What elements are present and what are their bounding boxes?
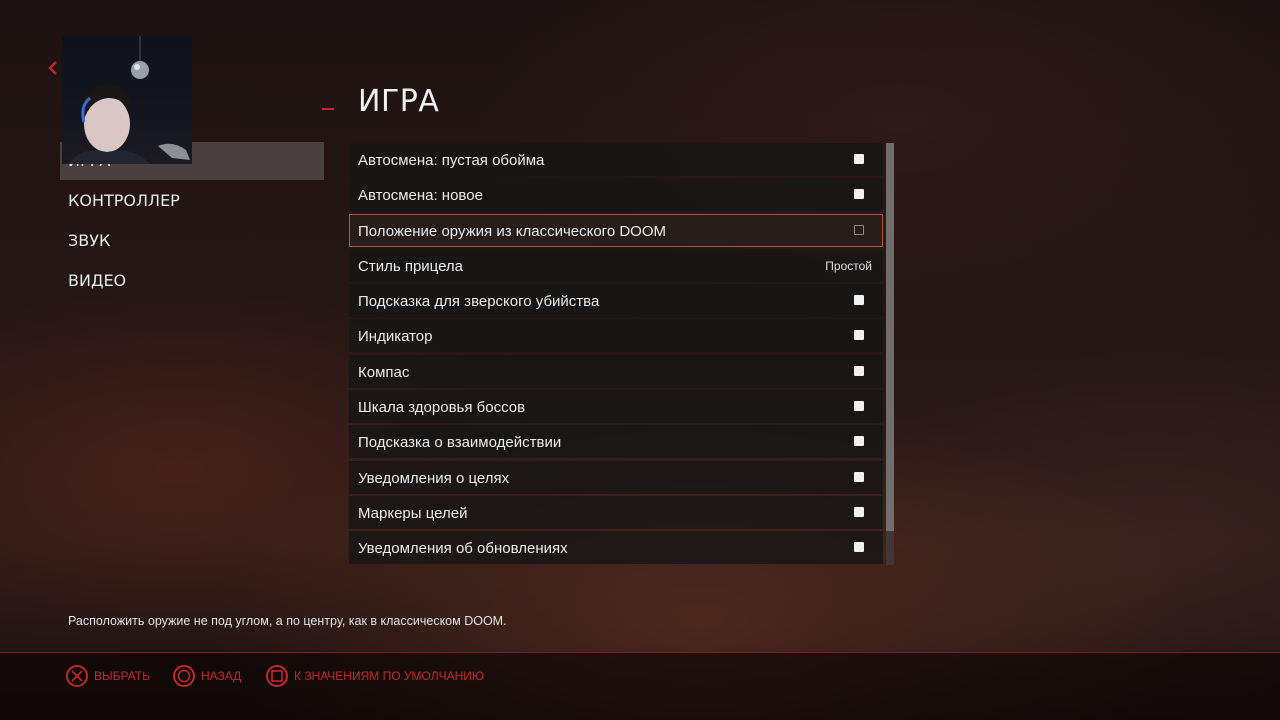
sidebar-item-sound[interactable]: ЗВУК [60, 222, 324, 260]
select-prompt-label: ВЫБРАТЬ [94, 669, 150, 683]
checkbox[interactable] [854, 330, 864, 341]
checkbox[interactable] [854, 436, 864, 447]
setting-label: Автосмена: новое [358, 187, 483, 205]
webcam-overlay [62, 36, 192, 164]
setting-label: Автосмена: пустая обойма [358, 152, 545, 169]
setting-description: Расположить оружие не под углом, а по це… [68, 614, 507, 628]
setting-label: Подсказка о взаимодействии [358, 434, 562, 452]
checkbox[interactable] [854, 365, 864, 376]
setting-value[interactable]: Простой [825, 259, 872, 273]
back-prompt-label: НАЗАД [201, 669, 242, 683]
reset-defaults-prompt[interactable]: К ЗНАЧЕНИЯМ ПО УМОЛЧАНИЮ [266, 663, 484, 689]
setting-row-update-notifications[interactable]: Уведомления об обновлениях [349, 531, 883, 565]
sidebar-item-controller[interactable]: КОНТРОЛЛЕР [60, 182, 324, 220]
setting-label: Стиль прицела [358, 257, 464, 275]
square-button-icon [266, 665, 288, 687]
setting-label: Маркеры целей [358, 504, 468, 522]
scrollbar-thumb[interactable] [886, 143, 894, 531]
select-prompt[interactable]: ВЫБРАТЬ [66, 663, 150, 689]
setting-row-crosshair-style[interactable]: Стиль прицела Простой [349, 248, 883, 282]
checkbox[interactable] [854, 401, 864, 412]
setting-label: Индикатор [358, 328, 433, 346]
checkbox[interactable] [854, 506, 864, 517]
setting-row-indicator[interactable]: Индикатор [349, 319, 883, 353]
title-accent [322, 108, 334, 110]
setting-label: Шкала здоровья боссов [358, 399, 526, 417]
circle-button-icon [173, 665, 195, 687]
page-title: ИГРА [358, 84, 440, 119]
checkbox[interactable] [854, 295, 864, 306]
checkbox[interactable] [854, 224, 864, 235]
footer-divider [0, 652, 1280, 653]
reset-defaults-prompt-label: К ЗНАЧЕНИЯМ ПО УМОЛЧАНИЮ [294, 669, 484, 683]
setting-label: Компас [358, 363, 410, 381]
chevron-left-icon[interactable] [46, 60, 60, 76]
setting-row-auto-switch-empty[interactable]: Автосмена: пустая обойма [349, 143, 883, 176]
cross-button-icon [66, 665, 88, 687]
checkbox[interactable] [854, 154, 864, 164]
setting-label: Положение оружия из классического DOOM [358, 222, 666, 240]
settings-list: Автосмена: пустая обойма Автосмена: ново… [349, 143, 883, 567]
checkbox[interactable] [854, 189, 864, 200]
setting-row-objective-markers[interactable]: Маркеры целей [349, 495, 883, 529]
setting-row-objective-notifications[interactable]: Уведомления о целях [349, 460, 883, 494]
checkbox[interactable] [854, 542, 864, 553]
setting-label: Уведомления об обновлениях [358, 540, 568, 558]
setting-row-glory-kill-hint[interactable]: Подсказка для зверского убийства [349, 284, 883, 318]
setting-row-boss-health-bar[interactable]: Шкала здоровья боссов [349, 390, 883, 424]
setting-row-interaction-hint[interactable]: Подсказка о взаимодействии [349, 425, 883, 459]
setting-label: Уведомления о целях [358, 469, 510, 487]
setting-row-classic-weapon-position[interactable]: Положение оружия из классического DOOM [349, 213, 883, 247]
sidebar: ИГРА КОНТРОЛЛЕР ЗВУК ВИДЕО [60, 142, 324, 302]
setting-row-auto-switch-new[interactable]: Автосмена: новое [349, 178, 883, 212]
setting-label: Подсказка для зверского убийства [358, 293, 600, 311]
sidebar-item-video[interactable]: ВИДЕО [60, 262, 324, 300]
back-prompt[interactable]: НАЗАД [173, 663, 241, 689]
setting-row-compass[interactable]: Компас [349, 354, 883, 388]
checkbox[interactable] [854, 471, 864, 482]
scrollbar[interactable] [886, 143, 894, 565]
